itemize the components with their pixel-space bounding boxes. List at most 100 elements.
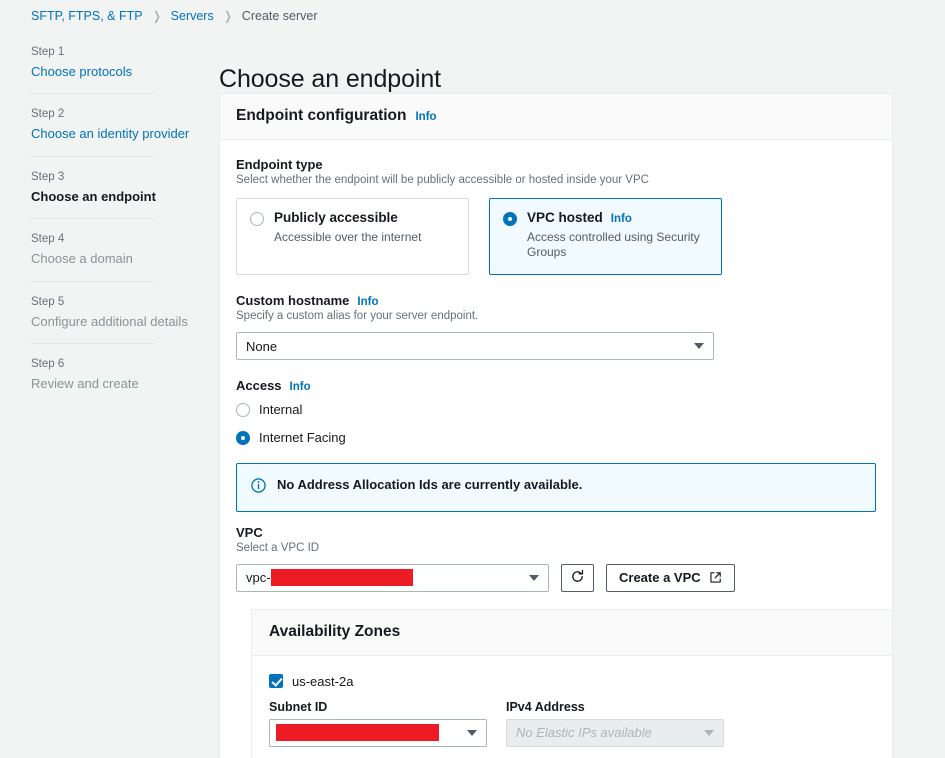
radio-icon[interactable] bbox=[503, 211, 517, 226]
subnet-label: Subnet ID bbox=[269, 699, 328, 714]
endpoint-type-group: Endpoint type Select whether the endpoin… bbox=[236, 157, 876, 275]
step-divider bbox=[31, 155, 155, 157]
step-number: Step 6 bbox=[31, 358, 65, 371]
subnet-field: Subnet ID bbox=[269, 700, 487, 747]
create-vpc-button[interactable]: Create a VPC bbox=[606, 563, 735, 592]
step-divider bbox=[31, 343, 155, 345]
access-option-internet-facing[interactable]: Internet Facing bbox=[236, 429, 876, 446]
access-info-link[interactable]: Info bbox=[290, 381, 311, 393]
no-address-allocation-alert: No Address Allocation Ids are currently … bbox=[236, 463, 876, 513]
availability-zones-body: us-east-2a Subnet ID IPv4 Address No Ela… bbox=[252, 656, 892, 758]
endpoint-type-option-vpc-hosted[interactable]: VPC hosted Info Access controlled using … bbox=[489, 197, 722, 275]
availability-zones-panel: Availability Zones us-east-2a Subnet ID bbox=[251, 608, 893, 758]
ipv4-value: No Elastic IPs available bbox=[516, 725, 652, 741]
step-label[interactable]: Choose protocols bbox=[31, 63, 200, 81]
sidebar-step-1[interactable]: Step 1 Choose protocols bbox=[0, 45, 200, 80]
vpc-description: Select a VPC ID bbox=[236, 542, 320, 555]
step-divider bbox=[31, 218, 155, 220]
access-group: Access Info Internal Internet Facing bbox=[236, 378, 876, 446]
access-option-internal[interactable]: Internal bbox=[236, 401, 876, 418]
custom-hostname-value: None bbox=[246, 338, 278, 354]
breadcrumb-item-create-server: Create server bbox=[241, 9, 318, 23]
vpc-controls-row: vpc- Create a VPC bbox=[236, 563, 876, 592]
option-title: Publicly accessible bbox=[274, 209, 398, 225]
chevron-down-icon bbox=[694, 343, 704, 350]
chevron-down-icon bbox=[704, 729, 714, 736]
ipv4-field: IPv4 Address No Elastic IPs available bbox=[506, 700, 724, 747]
vpc-hosted-info-link[interactable]: Info bbox=[611, 213, 632, 225]
az-checkbox-line-us-east-2a[interactable]: us-east-2a bbox=[269, 674, 875, 689]
radio-icon[interactable] bbox=[236, 431, 250, 446]
breadcrumb-item-servers[interactable]: Servers bbox=[171, 9, 214, 23]
panel-header: Endpoint configuration Info bbox=[220, 94, 892, 140]
custom-hostname-group: Custom hostname Info Specify a custom al… bbox=[236, 293, 876, 361]
endpoint-type-option-publicly-accessible[interactable]: Publicly accessible Accessible over the … bbox=[236, 197, 469, 275]
endpoint-type-label: Endpoint type bbox=[236, 157, 323, 172]
refresh-vpc-button[interactable] bbox=[561, 563, 594, 592]
subnet-value-redacted bbox=[276, 724, 439, 742]
option-description: Access controlled using Security Groups bbox=[527, 229, 700, 260]
ipv4-select-us-east-2a: No Elastic IPs available bbox=[506, 718, 724, 747]
custom-hostname-info-link[interactable]: Info bbox=[357, 296, 378, 308]
custom-hostname-label: Custom hostname bbox=[236, 292, 350, 308]
panel-info-link[interactable]: Info bbox=[415, 111, 436, 123]
step-label: Choose a domain bbox=[31, 251, 133, 267]
az-name: us-east-2a bbox=[292, 673, 354, 689]
option-label: Internet Facing bbox=[259, 429, 346, 445]
vpc-select[interactable]: vpc- bbox=[236, 563, 549, 592]
availability-zone-row: us-east-2a Subnet ID IPv4 Address No Ela… bbox=[269, 674, 875, 747]
create-server-page: SFTP, FTPS, & FTP ❯ Servers ❯ Create ser… bbox=[0, 0, 945, 758]
step-divider bbox=[31, 280, 155, 282]
step-number: Step 5 bbox=[31, 295, 65, 308]
az-fields: Subnet ID IPv4 Address No Elastic IPs av… bbox=[269, 700, 875, 747]
create-vpc-label: Create a VPC bbox=[619, 570, 701, 586]
sidebar-step-2[interactable]: Step 2 Choose an identity provider bbox=[0, 107, 200, 142]
access-label: Access bbox=[236, 378, 282, 394]
step-number: Step 4 bbox=[31, 233, 65, 246]
chevron-down-icon bbox=[529, 574, 539, 581]
sidebar-step-3[interactable]: Step 3 Choose an endpoint bbox=[0, 170, 200, 205]
step-number: Step 1 bbox=[31, 46, 65, 58]
panel-body: Endpoint type Select whether the endpoin… bbox=[220, 140, 893, 758]
ipv4-label: IPv4 Address bbox=[506, 699, 585, 714]
option-title: VPC hosted bbox=[527, 209, 603, 225]
alert-message: No Address Allocation Ids are currently … bbox=[277, 477, 583, 493]
radio-icon[interactable] bbox=[250, 211, 264, 226]
step-divider bbox=[31, 93, 155, 95]
custom-hostname-description: Specify a custom alias for your server e… bbox=[236, 309, 479, 322]
step-label: Review and create bbox=[31, 376, 139, 392]
vpc-label: VPC bbox=[236, 525, 263, 541]
breadcrumb-separator-icon: ❯ bbox=[223, 9, 232, 23]
chevron-down-icon bbox=[467, 729, 477, 736]
wizard-sidebar: Step 1 Choose protocols Step 2 Choose an… bbox=[0, 45, 200, 393]
step-label[interactable]: Choose an identity provider bbox=[31, 125, 200, 143]
step-label: Choose an endpoint bbox=[31, 188, 156, 204]
vpc-group: VPC Select a VPC ID vpc- Create a VPC bbox=[236, 525, 876, 592]
vpc-value-prefix: vpc- bbox=[246, 570, 271, 586]
checkbox-icon[interactable] bbox=[269, 674, 283, 689]
info-circle-icon bbox=[251, 478, 266, 498]
page-title: Choose an endpoint bbox=[219, 64, 441, 93]
panel-title: Endpoint configuration bbox=[236, 107, 407, 124]
custom-hostname-select[interactable]: None bbox=[236, 332, 714, 361]
sidebar-step-4: Step 4 Choose a domain bbox=[0, 232, 200, 267]
endpoint-configuration-panel: Endpoint configuration Info Endpoint typ… bbox=[219, 93, 893, 758]
step-label: Configure additional details bbox=[31, 313, 188, 329]
step-number: Step 3 bbox=[31, 170, 65, 183]
availability-zones-header: Availability Zones bbox=[252, 609, 892, 656]
sidebar-step-5: Step 5 Configure additional details bbox=[0, 295, 200, 330]
sidebar-step-6: Step 6 Review and create bbox=[0, 357, 200, 392]
option-description: Accessible over the internet bbox=[274, 229, 422, 244]
step-number: Step 2 bbox=[31, 108, 65, 121]
vpc-value-redacted bbox=[270, 569, 413, 587]
radio-icon[interactable] bbox=[236, 403, 250, 418]
subnet-select-us-east-2a[interactable] bbox=[269, 718, 487, 747]
breadcrumb: SFTP, FTPS, & FTP ❯ Servers ❯ Create ser… bbox=[31, 9, 318, 23]
breadcrumb-item-sftp[interactable]: SFTP, FTPS, & FTP bbox=[31, 9, 143, 23]
endpoint-type-description: Select whether the endpoint will be publ… bbox=[236, 174, 649, 186]
